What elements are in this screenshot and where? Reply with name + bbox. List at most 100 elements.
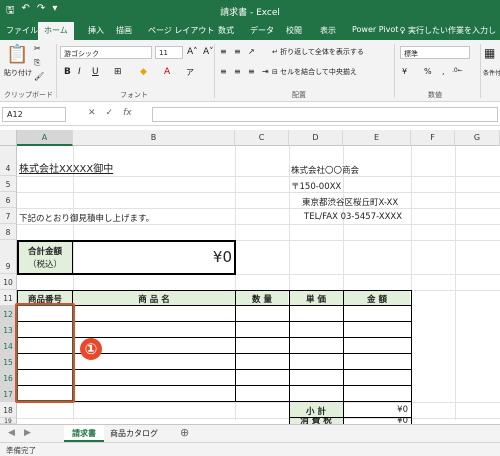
row-header[interactable]: 8 [0, 224, 17, 240]
tab-file[interactable]: ファイル [6, 25, 38, 36]
col-header-a[interactable]: A [17, 130, 73, 146]
formula-bar: A12 ✕ ✓ fx [0, 102, 500, 126]
tel-cell[interactable]: TEL/FAX 03-5457-XXXX [304, 212, 402, 222]
sheet-grid[interactable] [17, 146, 500, 424]
conditional-format-button[interactable]: 条件付き書式 [483, 68, 500, 77]
sheet-tab-invoice[interactable]: 請求書 [64, 425, 104, 442]
comma-icon[interactable]: , [442, 67, 445, 76]
italic-button[interactable]: I [78, 67, 81, 77]
tax-included-cell[interactable]: （税込） [20, 258, 70, 270]
add-sheet-icon[interactable]: ⊕ [180, 426, 189, 439]
format-painter-icon[interactable]: 🖌 [34, 72, 44, 81]
copy-icon[interactable]: ⎘ [34, 58, 40, 68]
select-all-corner[interactable] [0, 130, 17, 146]
align-top-icon[interactable]: ≡ [220, 47, 227, 56]
font-name-select[interactable]: 游ゴシック [60, 46, 152, 59]
paste-button[interactable]: 貼り付け [4, 68, 32, 78]
row-header[interactable]: 5 [0, 176, 17, 192]
lightbulb-icon: ♀ [399, 26, 408, 35]
bold-button[interactable]: B [64, 67, 71, 77]
indent-icon[interactable]: ⇥ [262, 67, 269, 76]
align-center-icon[interactable]: ≡ [234, 67, 241, 76]
next-sheet-icon[interactable]: ▶ [24, 428, 31, 438]
sheet-tab-catalog[interactable]: 商品カタログ [110, 428, 158, 439]
prev-sheet-icon[interactable]: ◀ [8, 428, 15, 438]
col-header-b[interactable]: B [73, 130, 235, 146]
annotation-marker: ① [80, 338, 102, 360]
row-header[interactable]: 18 [0, 402, 17, 418]
row-header[interactable]: 10 [0, 274, 17, 290]
group-clipboard: クリップボード [4, 91, 53, 99]
insert-function-icon[interactable]: fx [123, 108, 132, 118]
addressee-cell[interactable]: 株式会社XXXXX御中 [19, 160, 113, 175]
window-title: 請求書 - Excel [220, 8, 280, 18]
status-text: 準備完了 [6, 446, 36, 455]
merge-center-button[interactable]: ⊟ セルを結合して中央揃え [272, 67, 357, 77]
align-middle-icon[interactable]: ≡ [234, 47, 241, 56]
borders-icon[interactable]: ⊞ [114, 67, 122, 77]
align-right-icon[interactable]: ≡ [248, 67, 255, 76]
fill-color-icon[interactable]: ◆ [140, 67, 147, 77]
tab-formulas[interactable]: 数式 [218, 25, 234, 36]
tell-me-box[interactable]: ♀ 実行したい作業を入力し [400, 25, 496, 36]
increase-font-icon[interactable]: A˄ [187, 47, 198, 57]
font-size-select[interactable]: 11 [155, 46, 183, 59]
decimal-icon[interactable]: .0← [452, 67, 463, 74]
tab-draw[interactable]: 描画 [116, 25, 132, 36]
col-header-d[interactable]: D [289, 130, 343, 146]
postal-cell[interactable]: 〒150-00XX [291, 180, 341, 192]
header-price-cell[interactable]: 単 価 [290, 293, 342, 305]
tab-power-pivot[interactable]: Power Pivot [352, 25, 398, 34]
col-header-e[interactable]: E [343, 130, 411, 146]
row-header[interactable]: 4 [0, 146, 17, 176]
font-color-icon[interactable]: A [164, 67, 170, 77]
merge-icon: ⊟ [272, 68, 281, 76]
enter-icon[interactable]: ✓ [106, 108, 114, 118]
cancel-icon[interactable]: ✕ [88, 108, 96, 118]
wrap-text-button[interactable]: ↵ 折り返して全体を表示する [272, 47, 364, 57]
tab-review[interactable]: 校閲 [286, 25, 302, 36]
percent-icon[interactable]: % [424, 67, 432, 76]
ribbon: 📋 貼り付け ✂ ⎘ 🖌 クリップボード 游ゴシック 11 A˄ A˅ B I … [0, 40, 500, 102]
tab-insert[interactable]: 挿入 [88, 25, 104, 36]
orientation-icon[interactable]: ↗ [248, 47, 255, 56]
decrease-font-icon[interactable]: A˅ [203, 47, 214, 57]
formula-input[interactable] [152, 107, 498, 122]
header-amount-cell[interactable]: 金 額 [344, 293, 410, 305]
paste-icon[interactable]: 📋 [6, 44, 28, 65]
conditional-format-icon[interactable]: ▦ [484, 46, 495, 60]
subtotal-label-cell[interactable]: 小 計 [290, 405, 342, 417]
header-name-cell[interactable]: 商 品 名 [74, 293, 234, 305]
row-header[interactable]: 6 [0, 192, 17, 208]
wrap-text-icon: ↵ [272, 48, 281, 56]
row-header[interactable]: 9 [0, 240, 17, 274]
message-cell[interactable]: 下記のとおり御見積申し上げます。 [19, 212, 154, 224]
group-number: 数値 [428, 91, 442, 99]
status-bar: 準備完了 [0, 442, 500, 456]
group-alignment: 配置 [292, 91, 306, 99]
tab-home[interactable]: ホーム [38, 22, 74, 40]
tab-page-layout[interactable]: ページ レイアウト [148, 25, 214, 36]
company-cell[interactable]: 株式会社〇〇商会 [291, 164, 359, 176]
cut-icon[interactable]: ✂ [34, 44, 41, 53]
total-label-cell[interactable]: 合計金額 [20, 245, 70, 257]
header-qty-cell[interactable]: 数 量 [236, 293, 288, 305]
highlight-box [15, 303, 75, 403]
tab-view[interactable]: 表示 [320, 25, 336, 36]
underline-button[interactable]: U [92, 67, 99, 77]
number-format-select[interactable]: 標準 [400, 46, 470, 59]
col-header-c[interactable]: C [235, 130, 289, 146]
phonetic-icon[interactable]: ア [186, 67, 194, 78]
address-cell[interactable]: 東京都渋谷区桜丘町X-XX [302, 196, 398, 208]
total-value-cell[interactable]: ¥0 [150, 248, 232, 266]
tab-data[interactable]: データ [250, 25, 274, 36]
name-box[interactable]: A12 [2, 107, 66, 122]
col-header-g[interactable]: G [455, 130, 500, 146]
subtotal-value-cell[interactable]: ¥0 [344, 405, 408, 415]
currency-icon[interactable]: ¥ [402, 67, 407, 76]
row-header[interactable]: 7 [0, 208, 17, 224]
align-left-icon[interactable]: ≡ [220, 67, 227, 76]
title-bar: 🖫 ↶ ↷ ▾ 請求書 - Excel [0, 0, 500, 20]
sheet-tab-bar: ◀ ▶ 請求書 商品カタログ ⊕ [0, 424, 500, 442]
col-header-f[interactable]: F [411, 130, 455, 146]
